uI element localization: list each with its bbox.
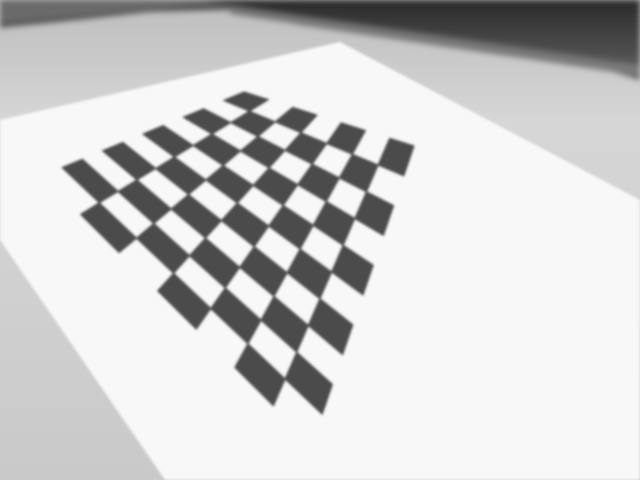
photo-scene (0, 0, 640, 480)
